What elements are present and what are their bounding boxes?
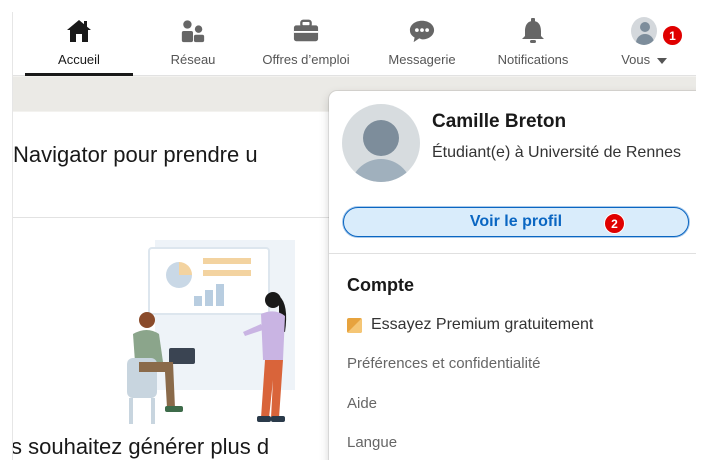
home-icon xyxy=(66,18,92,44)
nav-label-notifications: Notifications xyxy=(497,52,569,67)
profile-name[interactable]: Camille Breton xyxy=(432,111,566,133)
nav-label-me: Vous xyxy=(621,52,651,67)
nav-label-network: Réseau xyxy=(170,52,216,67)
avatar xyxy=(631,17,657,45)
nav-label-home: Accueil xyxy=(58,52,100,67)
message-icon xyxy=(409,18,435,44)
profile-headline: Étudiant(e) à Université de Rennes xyxy=(432,144,682,161)
nav-label-jobs: Offres d’emploi xyxy=(262,52,350,67)
help-link[interactable]: Aide xyxy=(347,395,377,412)
profile-avatar[interactable] xyxy=(342,104,420,182)
bell-icon xyxy=(520,18,546,44)
nav-home[interactable]: Accueil xyxy=(25,12,133,76)
nav-network[interactable]: Réseau xyxy=(153,12,233,76)
me-avatar xyxy=(631,17,657,45)
nav-jobs[interactable]: Offres d’emploi xyxy=(247,12,365,76)
settings-privacy-link[interactable]: Préférences et confidentialité xyxy=(347,355,540,372)
view-profile-button[interactable]: Voir le profil xyxy=(343,207,689,237)
premium-icon xyxy=(347,317,362,333)
illustration-image xyxy=(127,240,295,424)
app-frame: Accueil Réseau Offres d’emploi Messageri… xyxy=(12,12,696,460)
nav-notifications[interactable]: Notifications xyxy=(483,12,583,76)
network-icon xyxy=(180,18,206,44)
me-dropdown: Camille Breton Étudiant(e) à Université … xyxy=(329,91,696,460)
dropdown-divider xyxy=(329,253,696,254)
account-section-title: Compte xyxy=(347,275,414,295)
nav-messaging[interactable]: Messagerie xyxy=(377,12,467,76)
active-tab-indicator xyxy=(25,73,133,76)
promo-card: Navigator pour prendre u s souhaitez gén… xyxy=(13,112,353,460)
step-badge-1: 1 xyxy=(662,25,683,46)
briefcase-icon xyxy=(293,18,319,44)
step-badge-2: 2 xyxy=(604,213,625,234)
language-link[interactable]: Langue xyxy=(347,434,397,451)
try-premium-label: Essayez Premium gratuitement xyxy=(371,316,594,333)
card-bottom-text: s souhaitez générer plus d xyxy=(12,434,270,459)
card-divider xyxy=(13,217,353,218)
card-title: Navigator pour prendre u xyxy=(13,142,258,167)
top-nav: Accueil Réseau Offres d’emploi Messageri… xyxy=(13,12,696,76)
view-profile-label: Voir le profil xyxy=(469,213,563,230)
chevron-down-icon xyxy=(656,57,667,64)
nav-label-me-wrap: Vous xyxy=(621,52,667,67)
try-premium-link[interactable]: Essayez Premium gratuitement xyxy=(347,316,593,334)
nav-label-messaging: Messagerie xyxy=(388,52,456,67)
